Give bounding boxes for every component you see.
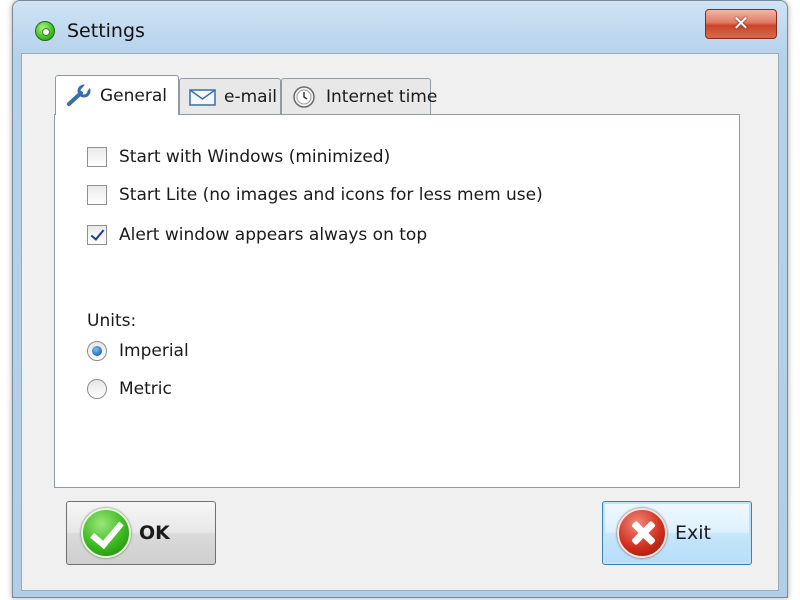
tab-general-label: General [100, 85, 167, 106]
exit-button[interactable]: Exit [602, 501, 752, 565]
start-with-windows-checkbox[interactable] [87, 147, 107, 167]
start-lite-label: Start Lite (no images and icons for less… [119, 185, 543, 205]
general-tab-panel: Start with Windows (minimized) Start Lit… [54, 114, 740, 488]
tab-general[interactable]: General [55, 75, 179, 115]
alert-on-top-checkbox[interactable] [87, 225, 107, 245]
settings-window: Settings ✕ General e-mail Internet time … [12, 0, 788, 598]
start-with-windows-label: Start with Windows (minimized) [119, 147, 391, 167]
ok-button-label: OK [139, 522, 170, 544]
metric-label: Metric [119, 379, 172, 399]
tab-email-label: e-mail [224, 86, 278, 107]
envelope-icon [189, 88, 216, 106]
clock-icon [293, 85, 315, 108]
option-start-with-windows[interactable]: Start with Windows (minimized) [87, 147, 390, 167]
app-icon [35, 21, 55, 41]
close-x-icon [617, 508, 667, 558]
wrench-icon [67, 83, 91, 106]
units-label: Units: [87, 311, 137, 331]
window-title: Settings [67, 20, 145, 42]
exit-button-label: Exit [675, 522, 711, 544]
units-imperial-option[interactable]: Imperial [87, 341, 189, 361]
title-bar[interactable]: Settings ✕ [13, 1, 787, 53]
tab-email[interactable]: e-mail [179, 78, 281, 114]
tab-internet-time[interactable]: Internet time [281, 78, 437, 114]
dialog-body: General e-mail Internet time Start with … [21, 53, 779, 591]
start-lite-checkbox[interactable] [87, 185, 107, 205]
ok-button[interactable]: OK [66, 501, 216, 565]
option-alert-on-top[interactable]: Alert window appears always on top [87, 225, 427, 245]
units-metric-option[interactable]: Metric [87, 379, 172, 399]
checkmark-icon [81, 508, 131, 558]
close-button[interactable]: ✕ [705, 9, 777, 39]
alert-on-top-label: Alert window appears always on top [119, 225, 428, 245]
imperial-radio[interactable] [87, 341, 107, 361]
option-start-lite[interactable]: Start Lite (no images and icons for less… [87, 185, 543, 205]
metric-radio[interactable] [87, 379, 107, 399]
tab-internet-time-label: Internet time [326, 86, 438, 107]
imperial-label: Imperial [119, 341, 189, 361]
